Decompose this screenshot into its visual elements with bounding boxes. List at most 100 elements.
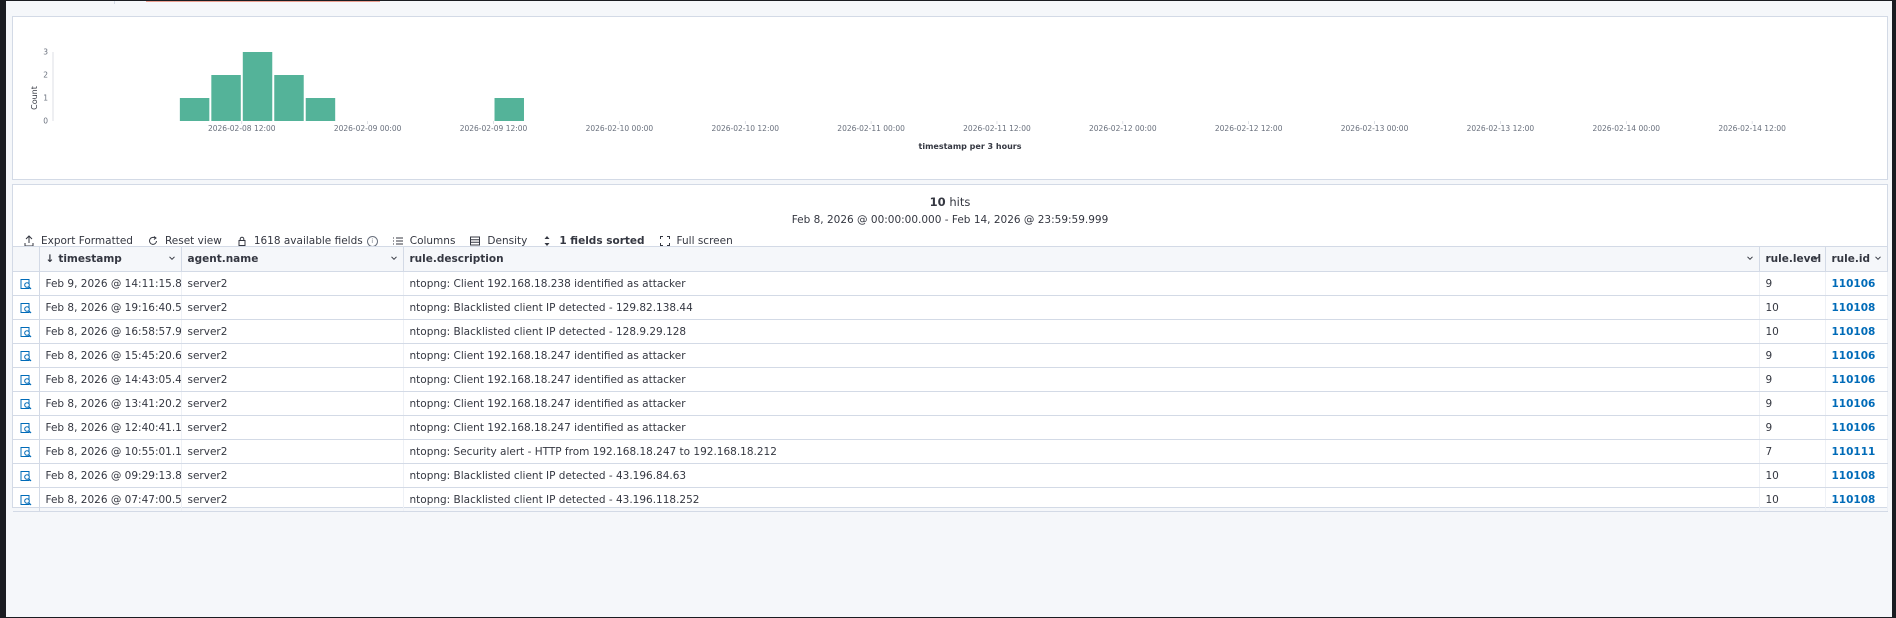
table-row[interactable]: Feb 9, 2026 @ 14:11:15.884 server2 ntopng:… [13, 271, 1888, 296]
histogram-panel: 0123 2026-02-08 12:00 2026-02-09 00:00 202… [12, 16, 1888, 180]
inspect-document-icon[interactable] [20, 422, 32, 434]
row-actions [13, 415, 40, 440]
query-bar-underline [146, 1, 380, 2]
inspect-document-icon[interactable] [20, 494, 32, 506]
table-row[interactable]: Feb 8, 2026 @ 09:29:13.812 server2 ntopng:… [13, 463, 1888, 488]
x-tick-label: 2026-02-09 00:00 [334, 124, 402, 133]
column-header-rule-description[interactable]: rule.description [403, 246, 1760, 272]
column-header-agent-name[interactable]: agent.name [181, 246, 404, 272]
chevron-down-icon[interactable] [1812, 255, 1819, 261]
cell-timestamp: Feb 8, 2026 @ 15:45:20.603 [39, 343, 182, 368]
cell-agent-name: server2 [181, 367, 404, 392]
inspect-document-icon[interactable] [20, 278, 32, 290]
cell-timestamp: Feb 8, 2026 @ 07:47:00.572 [39, 487, 182, 512]
cell-agent-name: server2 [181, 271, 404, 296]
row-actions [13, 487, 40, 512]
header-actions [13, 246, 40, 272]
cell-timestamp: Feb 8, 2026 @ 12:40:41.116 [39, 415, 182, 440]
x-tick-label: 2026-02-12 00:00 [1089, 124, 1157, 133]
chevron-down-icon[interactable] [168, 255, 175, 261]
chevron-down-icon[interactable] [1746, 255, 1753, 261]
cell-rule-level: 10 [1759, 295, 1826, 320]
column-header-timestamp[interactable]: ↓ timestamp [39, 246, 182, 272]
x-axis-label: timestamp per 3 hours [919, 142, 1022, 151]
y-tick-label: 0 [43, 117, 48, 126]
table-body: Feb 9, 2026 @ 14:11:15.884 server2 ntopng:… [13, 271, 1888, 512]
table-row[interactable]: Feb 8, 2026 @ 16:58:57.963 server2 ntopng:… [13, 319, 1888, 344]
row-actions [13, 439, 40, 464]
histogram-chart: 0123 2026-02-08 12:00 2026-02-09 00:00 202… [30, 48, 1786, 152]
time-range: Feb 8, 2026 @ 00:00:00.000 - Feb 14, 202… [791, 214, 1109, 226]
inspect-document-icon[interactable] [20, 350, 32, 362]
rule-id-link[interactable]: 110111 [1832, 446, 1876, 458]
table-row[interactable]: Feb 8, 2026 @ 13:41:20.267 server2 ntopng:… [13, 391, 1888, 416]
histogram-bar[interactable] [305, 98, 336, 121]
cell-timestamp: Feb 9, 2026 @ 14:11:15.884 [39, 271, 182, 296]
cell-rule-id: 110106 [1825, 271, 1888, 296]
histogram-bar[interactable] [494, 98, 524, 121]
rule-id-link[interactable]: 110106 [1832, 374, 1876, 386]
table-row[interactable]: Feb 8, 2026 @ 14:43:05.434 server2 ntopng:… [13, 367, 1888, 392]
row-actions [13, 367, 40, 392]
x-tick-label: 2026-02-08 12:00 [208, 124, 276, 133]
table-row[interactable]: Feb 8, 2026 @ 15:45:20.603 server2 ntopng:… [13, 343, 1888, 368]
cell-timestamp: Feb 8, 2026 @ 14:43:05.434 [39, 367, 182, 392]
rule-id-link[interactable]: 110108 [1832, 494, 1876, 506]
cell-rule-id: 110108 [1825, 295, 1888, 320]
table-header-row: ↓ timestamp agent.name rule.description r… [13, 246, 1888, 272]
cell-rule-level: 9 [1759, 271, 1826, 296]
y-axis: 0 1 2 3 [43, 48, 54, 126]
x-tick-label: 2026-02-12 12:00 [1215, 124, 1283, 133]
column-header-rule-id[interactable]: rule.id [1825, 246, 1888, 272]
cell-rule-description: ntopng: Blacklisted client IP detected -… [403, 295, 1760, 320]
cell-rule-id: 110111 [1825, 439, 1888, 464]
inspect-document-icon[interactable] [20, 326, 32, 338]
cell-agent-name: server2 [181, 391, 404, 416]
x-tick-label: 2026-02-09 12:00 [460, 124, 528, 133]
cell-rule-level: 9 [1759, 391, 1826, 416]
hits-label: hits [949, 195, 971, 209]
rule-id-link[interactable]: 110106 [1832, 398, 1876, 410]
info-icon[interactable]: i [366, 235, 378, 247]
rule-id-link[interactable]: 110106 [1832, 350, 1876, 362]
rule-id-link[interactable]: 110106 [1832, 278, 1876, 290]
inspect-document-icon[interactable] [20, 302, 32, 314]
x-axis: 2026-02-08 12:00 2026-02-09 00:00 2026-02-… [208, 121, 1786, 133]
cell-agent-name: server2 [181, 463, 404, 488]
chevron-down-icon[interactable] [1874, 255, 1881, 261]
sort-descending-icon[interactable]: ↓ [46, 253, 55, 265]
cell-timestamp: Feb 8, 2026 @ 13:41:20.267 [39, 391, 182, 416]
histogram-bar[interactable] [211, 75, 241, 121]
histogram-bar[interactable] [274, 75, 304, 121]
rule-id-link[interactable]: 110106 [1832, 422, 1876, 434]
cell-rule-description: ntopng: Client 192.168.18.247 identified… [403, 367, 1760, 392]
cell-rule-level: 7 [1759, 439, 1826, 464]
cell-rule-description: ntopng: Client 192.168.18.247 identified… [403, 415, 1760, 440]
histogram-bar[interactable] [242, 52, 273, 121]
histogram-bar[interactable] [179, 98, 210, 121]
column-header-label: rule.id [1831, 253, 1870, 265]
y-tick-label: 1 [43, 94, 48, 103]
cell-agent-name: server2 [181, 439, 404, 464]
inspect-document-icon[interactable] [20, 470, 32, 482]
column-header-rule-level[interactable]: rule.level [1759, 246, 1826, 272]
table-row[interactable]: Feb 8, 2026 @ 12:40:41.116 server2 ntopng:… [13, 415, 1888, 440]
inspect-document-icon[interactable] [20, 446, 32, 458]
cell-rule-description: ntopng: Blacklisted client IP detected -… [403, 487, 1760, 512]
table-row[interactable]: Feb 8, 2026 @ 07:47:00.572 server2 ntopng:… [13, 487, 1888, 512]
column-header-label: timestamp [58, 253, 122, 265]
y-axis-label: Count [30, 86, 39, 110]
rule-id-link[interactable]: 110108 [1832, 470, 1876, 482]
cell-rule-description: ntopng: Client 192.168.18.247 identified… [403, 343, 1760, 368]
table-row[interactable]: Feb 8, 2026 @ 10:55:01.177 server2 ntopng:… [13, 439, 1888, 464]
y-tick-label: 2 [43, 71, 48, 80]
rule-id-link[interactable]: 110108 [1832, 326, 1876, 338]
row-actions [13, 271, 40, 296]
cell-timestamp: Feb 8, 2026 @ 16:58:57.963 [39, 319, 182, 344]
inspect-document-icon[interactable] [20, 374, 32, 386]
rule-id-link[interactable]: 110108 [1832, 302, 1876, 314]
inspect-document-icon[interactable] [20, 398, 32, 410]
table-row[interactable]: Feb 8, 2026 @ 19:16:40.529 server2 ntopng:… [13, 295, 1888, 320]
row-actions [13, 295, 40, 320]
chevron-down-icon[interactable] [390, 255, 397, 261]
